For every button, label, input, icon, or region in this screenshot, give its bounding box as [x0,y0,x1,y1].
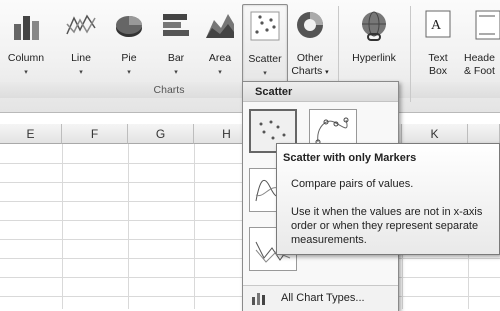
chevron-down-icon: ▾ [325,69,329,76]
column-header-g[interactable]: G [128,124,194,144]
box-label: Box [428,65,448,77]
area-chart-icon [206,14,234,38]
line-chart-button[interactable]: Line ▾ [60,4,102,84]
other-charts-button[interactable]: Other Charts ▾ [288,4,332,84]
chevron-down-icon: ▾ [218,69,222,76]
scatter-chart-button[interactable]: Scatter ▾ [242,4,288,86]
scatter-chart-icon [250,11,280,41]
tooltip-title: Scatter with only Markers [283,152,417,164]
column-header-f[interactable]: F [62,124,128,144]
text-label: Text [428,52,448,64]
charts-label: Charts [291,65,323,77]
chevron-down-icon: ▾ [174,69,178,76]
column-header-e[interactable]: E [0,124,62,144]
chevron-down-icon: ▾ [127,69,131,76]
header-footer-icon [475,10,500,40]
other-label: Other [296,52,324,64]
tooltip-usage: Use it when the values are not in x-axis… [291,206,483,246]
pie-chart-icon [116,16,142,37]
text-group-label [411,82,500,98]
column-chart-icon [14,16,39,40]
grid-line [128,144,129,309]
column-label: Column [7,52,45,64]
hyperlink-button[interactable]: Hyperlink [344,4,404,84]
line-chart-icon [66,14,96,35]
bar-chart-button[interactable]: Bar ▾ [158,4,194,84]
area-label: Area [208,52,232,64]
chevron-down-icon: ▾ [79,69,83,76]
header-footer-button[interactable]: Heade & Foot [462,4,500,84]
hyperlink-label: Hyperlink [352,52,396,64]
svg-text:A: A [431,18,442,33]
text-box-icon: A [425,10,451,38]
tooltip-description: Compare pairs of values. [291,178,414,190]
grid-line [194,144,195,309]
area-chart-button[interactable]: Area ▾ [200,4,240,84]
text-box-button[interactable]: A Text Box [418,4,458,84]
chevron-down-icon: ▾ [24,69,28,76]
other-charts-label: Other Charts ▾ [288,52,332,79]
bar-label: Bar [167,52,185,64]
pie-label: Pie [121,52,137,64]
all-chart-types-item[interactable]: All Chart Types... [243,285,398,311]
pie-chart-button[interactable]: Pie ▾ [112,4,146,84]
header-footer-label: Heade & Foot [464,52,500,78]
line-label: Line [71,52,91,64]
footer-label: & Foot [464,65,495,77]
bar-chart-icon [163,14,189,36]
column-chart-button[interactable]: Column ▾ [4,4,48,84]
scatter-tooltip: Scatter with only Markers Compare pairs … [276,143,500,255]
all-chart-types-label: All Chart Types... [281,292,365,304]
scatter-menu-title: Scatter [243,82,398,102]
doughnut-chart-icon [297,12,323,38]
chart-types-icon [252,293,265,305]
header-label: Heade [464,52,495,64]
globe-link-icon [362,11,386,41]
column-header-l[interactable] [468,124,500,144]
chevron-down-icon: ▾ [263,70,267,77]
column-header-k[interactable]: K [402,124,468,144]
scatter-label: Scatter [248,53,282,65]
text-box-label: Text Box [418,52,458,78]
grid-line [62,144,63,309]
